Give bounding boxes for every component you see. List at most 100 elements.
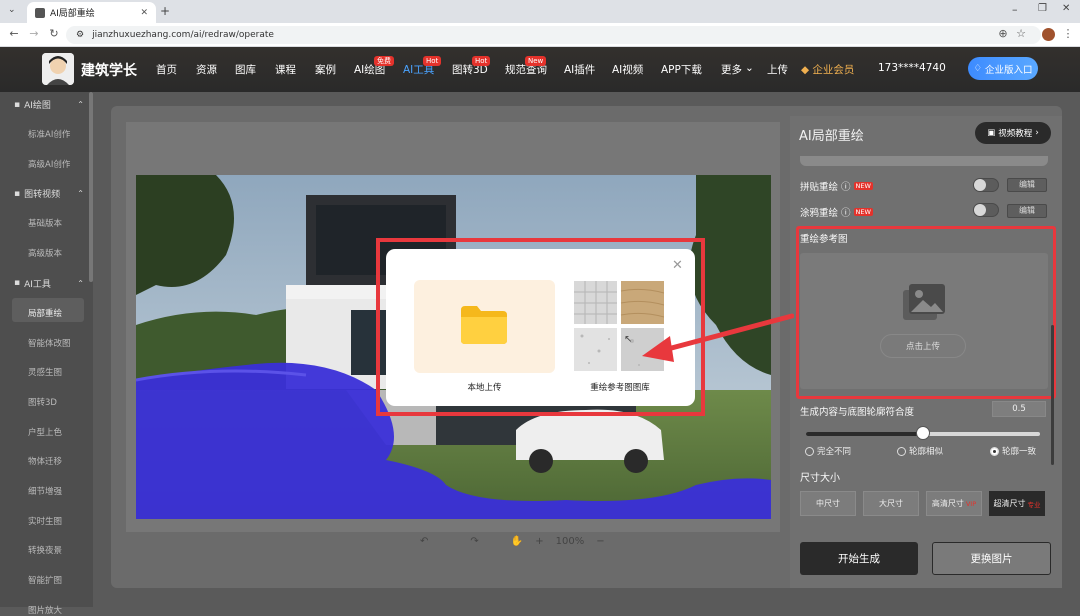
sidebar-item[interactable]: 物体迁移 (28, 455, 62, 467)
radio-label: 轮廓相似 (909, 447, 944, 457)
contour-slider-knob[interactable] (916, 426, 930, 440)
sidebar-item[interactable]: 实时生图 (28, 515, 62, 527)
chevron-up-icon: ⌃ (77, 278, 84, 288)
window-close-icon[interactable]: ✕ (1062, 3, 1070, 14)
nav-item-2[interactable]: 图库 (235, 62, 256, 77)
tab-close-icon[interactable]: ✕ (140, 8, 148, 18)
sidebar-item[interactable]: 户型上色 (28, 426, 62, 438)
radio-label: 完全不同 (817, 447, 852, 457)
nav-item-12[interactable]: 更多 (721, 62, 742, 77)
zoom-out-icon[interactable]: − (596, 536, 604, 547)
annotation-arrow (642, 313, 794, 362)
radio-contour-same[interactable]: 轮廓一致 (990, 445, 1036, 457)
nav-item-11[interactable]: APP下载 (661, 62, 702, 77)
doodle-redraw-toggle[interactable] (973, 203, 999, 217)
maximize-icon[interactable]: ❐ (1038, 3, 1047, 14)
folder-icon (461, 306, 507, 344)
site-info-icon[interactable]: ⚙ (76, 30, 84, 40)
reload-icon[interactable]: ↻ (46, 27, 62, 40)
radio-totally-different[interactable]: 完全不同 (805, 445, 851, 457)
profile-avatar[interactable] (1042, 28, 1055, 41)
undo-icon[interactable]: ↶ (420, 536, 428, 547)
reference-image-title: 重绘参考图 (800, 234, 848, 245)
sidebar-item[interactable]: 细节增强 (28, 485, 62, 497)
click-upload-button[interactable]: 点击上传 (880, 334, 966, 358)
size-label: 尺寸大小 (800, 473, 840, 484)
radio-contour-similar[interactable]: 轮廓相似 (897, 445, 943, 457)
collage-edit-button[interactable]: 编辑 (1007, 178, 1047, 192)
minimize-icon[interactable]: – (1012, 3, 1018, 16)
sidebar-scrollbar[interactable] (89, 92, 93, 282)
size-medium-button[interactable]: 中尺寸 (800, 491, 856, 516)
nav-item-4[interactable]: 案例 (315, 62, 336, 77)
tab-list-chevron-icon[interactable]: ⌄ (8, 5, 16, 15)
nav-item-3[interactable]: 课程 (275, 62, 296, 77)
sidebar-item[interactable]: 高级版本 (28, 247, 62, 259)
video-tutorial-button[interactable]: ▣ 视频教程 › (975, 122, 1051, 144)
help-icon[interactable]: ⓘ (841, 205, 851, 219)
brand-name[interactable]: 建筑学长 (81, 60, 137, 80)
redo-icon[interactable]: ↷ (470, 536, 478, 547)
sidebar-item[interactable]: 智能扩图 (28, 574, 62, 586)
start-generate-button[interactable]: 开始生成 (800, 542, 918, 575)
contour-slider-fill (806, 432, 923, 436)
sidebar-group-2[interactable]: ▪ AI工具 ⌃ (14, 277, 84, 290)
nav-item-0[interactable]: 首页 (156, 62, 177, 77)
nav-item-10[interactable]: AI视频 (612, 62, 643, 77)
new-tab-icon[interactable]: + (160, 4, 170, 18)
brand-logo[interactable] (42, 53, 74, 85)
browser-menu-icon[interactable]: ⋮ (1060, 27, 1076, 40)
sidebar-item[interactable]: 转换夜景 (28, 544, 62, 556)
nav-badge: Hot (472, 56, 491, 66)
collage-redraw-toggle[interactable] (973, 178, 999, 192)
enterprise-entry-button[interactable]: ♢ 企业版入口 (968, 57, 1038, 80)
nav-item-1[interactable]: 资源 (196, 62, 217, 77)
reference-library-label: 重绘参考图图库 (590, 383, 650, 393)
url-field[interactable]: ⚙ jianzhuxuezhang.com/ai/redraw/operate (66, 26, 1041, 44)
doodle-redraw-label: 涂鸦重绘 (800, 208, 839, 219)
contour-match-value[interactable]: 0.5 (992, 401, 1046, 417)
bookmark-star-icon[interactable]: ☆ (1013, 27, 1029, 40)
canvas-toolbar: ↶ ↷ ✋ + 100% − (420, 536, 605, 547)
back-icon[interactable]: ← (6, 27, 22, 40)
panel-scrollbar[interactable] (1051, 325, 1054, 465)
forward-icon[interactable]: → (26, 27, 42, 40)
size-ultra-hd-button[interactable]: 超清尺寸 专业 (989, 491, 1045, 516)
new-badge: NEW (853, 208, 873, 216)
nav-item-9[interactable]: AI插件 (564, 62, 595, 77)
more-chevron-icon: ⌄ (745, 62, 754, 74)
sidebar-item[interactable]: 图转3D (28, 396, 57, 408)
sidebar-item[interactable]: 标准AI创作 (28, 128, 70, 140)
browser-tab[interactable]: AI局部重绘 ✕ (27, 2, 156, 23)
sidebar-item[interactable]: 局部重绘 (28, 307, 62, 319)
url-text: jianzhuxuezhang.com/ai/redraw/operate (92, 30, 274, 40)
nav-item-13[interactable]: 上传 (767, 62, 788, 77)
sidebar-item[interactable]: 图片放大 (28, 604, 62, 616)
sidebar-item[interactable]: 智能体改图 (28, 337, 71, 349)
enterprise-label: 企业版入口 (985, 64, 1033, 76)
doodle-redraw-row: 涂鸦重绘 ⓘ NEW (800, 205, 873, 219)
size-option-label: 高清尺寸 (931, 499, 964, 508)
chevron-up-icon: ⌃ (77, 189, 84, 199)
sidebar-item[interactable]: 灵感生图 (28, 366, 62, 378)
size-hd-button[interactable]: 高清尺寸 VIP (926, 491, 982, 516)
modal-close-icon[interactable]: ✕ (672, 258, 683, 273)
chevron-right-icon: › (1035, 128, 1039, 138)
change-image-button[interactable]: 更换图片 (932, 542, 1051, 575)
help-icon[interactable]: ⓘ (841, 179, 851, 193)
doodle-edit-button[interactable]: 编辑 (1007, 204, 1047, 218)
sidebar-item[interactable]: 基础版本 (28, 217, 62, 229)
size-large-button[interactable]: 大尺寸 (863, 491, 919, 516)
zoom-icon[interactable]: ⊕ (995, 27, 1011, 40)
enterprise-member-link[interactable]: ◆ 企业会员 (801, 62, 854, 77)
zoom-in-icon[interactable]: + (535, 536, 543, 547)
hand-pan-icon[interactable]: ✋ (511, 536, 523, 547)
sidebar-group-1[interactable]: ▪ 图转视频 ⌃ (14, 187, 84, 201)
sidebar-item[interactable]: 高级AI创作 (28, 158, 70, 170)
nav-badge: Hot (423, 56, 442, 66)
contour-match-label: 生成内容与底图轮廓符合度 (800, 407, 915, 418)
address-bar-row: ← → ↻ ⚙ jianzhuxuezhang.com/ai/redraw/op… (0, 23, 1080, 47)
sidebar-group-label: AI工具 (24, 279, 51, 290)
sidebar-group-0[interactable]: ▪ AI绘图 ⌃ (14, 98, 84, 112)
user-phone[interactable]: 173****4740 (878, 62, 946, 74)
